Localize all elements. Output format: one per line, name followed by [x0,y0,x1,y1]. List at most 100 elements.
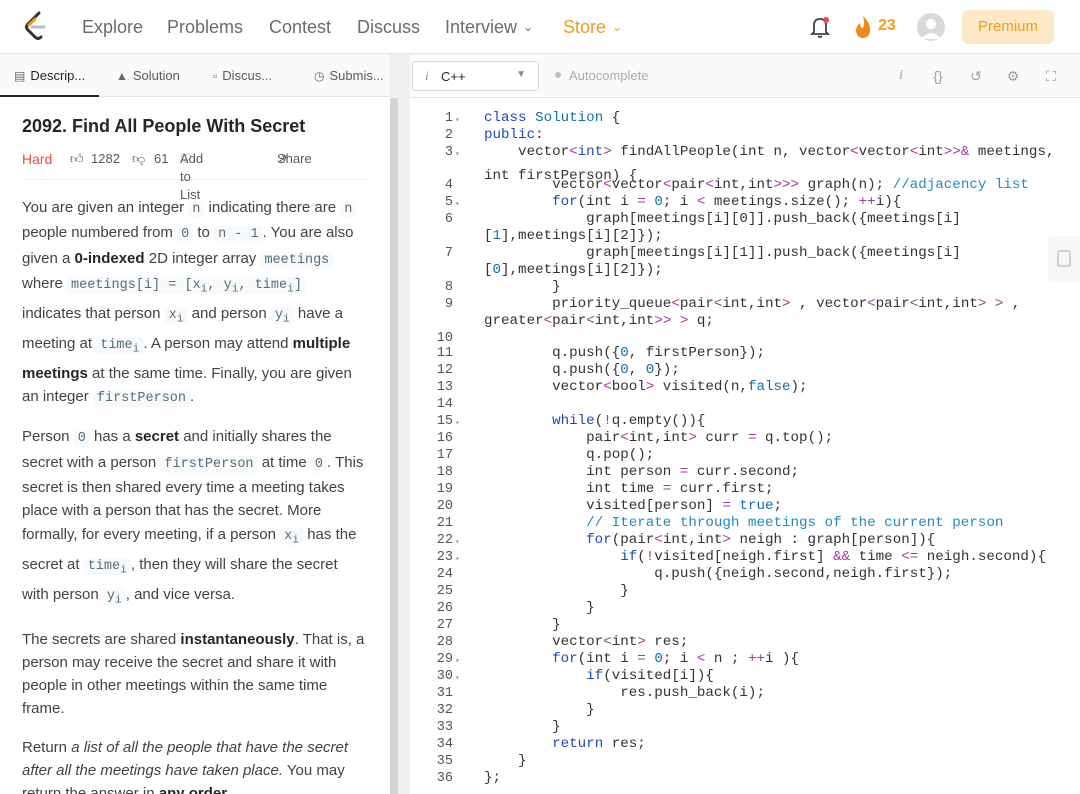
nav-store-label: Store [563,17,607,37]
code-token: 0 [654,651,663,667]
inline-code: firstPerson [92,390,191,408]
notification-bell-icon[interactable] [808,14,832,40]
autocomplete-toggle[interactable]: Autocomplete [555,68,649,83]
panel-resizer[interactable] [398,54,410,794]
code-token: vector [858,144,910,160]
code-token: pair [671,177,706,193]
code-token: 0 [492,262,502,278]
inline-code: n - 1 [214,226,263,244]
chevron-down-icon: ⌄ [612,20,623,34]
code-text: q.push({neigh.second,neigh.first}); [484,566,952,583]
text: x [168,307,177,323]
fullscreen-icon[interactable]: ⛶ [1041,66,1061,86]
code-token: return [552,736,604,752]
fold-caret-icon[interactable]: ▾ [455,551,460,568]
description-paragraph: Return a list of all the people that hav… [22,736,368,794]
code-token: && [833,549,851,565]
code-token: < [586,313,595,329]
code-token: } [484,702,595,718]
tab-submissions[interactable]: ◷ Submis... [314,54,384,97]
fold-caret-icon[interactable]: ▾ [455,653,460,670]
braces-icon[interactable]: {} [928,66,948,86]
code-token: = [722,498,731,514]
code-token: //adjacency list [892,177,1029,193]
code-token: i ){ [765,651,800,667]
fold-caret-icon[interactable]: ▾ [455,534,460,551]
fire-streak-icon[interactable] [852,14,874,40]
tab-discuss[interactable]: ▫ Discus... [213,54,272,97]
nav-problems[interactable]: Problems [167,16,243,38]
code-editor[interactable]: 1 ▾ class Solution {2 public: 3 ▾ vector<int>… [410,98,1080,794]
code-token: vector [611,177,663,193]
leetcode-logo-icon[interactable] [22,11,50,43]
line-number: 5 [444,195,453,210]
fold-caret-icon[interactable]: ▾ [455,415,460,432]
text: . [227,785,232,794]
panel-tabs: ▤ Descrip... ▲ Solution ▫ Discus... ◷ Submis… [0,54,390,97]
code-text: } [484,702,595,719]
tab-solution[interactable]: ▲ Solution [116,54,180,97]
info-icon[interactable]: i [891,66,911,86]
avatar[interactable] [917,13,945,41]
text: 2D integer array [144,249,261,267]
line-number: 16 [436,431,453,446]
settings-icon[interactable]: ⚙ [1003,66,1023,86]
code-token: res; [603,736,646,752]
text: and person [187,304,271,322]
text: Return [22,738,72,756]
nav-explore[interactable]: Explore [82,16,143,38]
code-token: vector [484,144,570,160]
reset-icon[interactable]: ↺ [966,66,986,86]
code-token: meetings, [969,144,1055,160]
code-token: class [484,110,527,126]
code-token: < [603,177,612,193]
code-token: graph[meetings[i][0]].push_back({meeting… [484,211,961,227]
code-text: int person = curr.second; [484,464,799,481]
code-text: [1],meetings[i][2]}); [484,228,663,245]
tab-label: Solution [132,68,180,83]
fold-caret-icon[interactable]: ▾ [455,112,460,129]
fold-caret-icon[interactable]: ▾ [455,146,460,163]
code-token: }); [654,362,680,378]
code-token: if [586,668,604,684]
nav-discuss[interactable]: Discuss [357,16,420,38]
thumbs-up-icon[interactable]: 👍︎ [70,150,84,168]
code-text: vector<vector<pair<int,int>>> graph(n); … [484,177,1029,194]
nav-store[interactable]: Store ⌄ [563,16,622,40]
tab-label: Discus... [222,68,273,83]
nav-contest[interactable]: Contest [269,16,331,38]
fold-caret-icon[interactable]: ▾ [455,670,460,687]
code-token: int,int [713,177,774,193]
code-token: < [909,296,919,312]
code-token: ( [637,549,646,565]
panel-scrollbar[interactable] [390,98,398,794]
thumbs-down-icon[interactable]: 👎︎ [132,150,145,168]
text: You are given an integer [22,199,189,216]
top-navbar: Explore Problems Contest Discuss Intervi… [0,0,1080,54]
premium-button[interactable]: Premium [962,10,1054,44]
code-token: } [484,600,595,616]
line-number: 19 [436,482,453,497]
side-panel-handle[interactable] [1048,236,1080,282]
code-text: q.push({0, firstPerson}); [484,345,765,362]
code-token: < [603,379,612,395]
nav-interview[interactable]: Interview ⌄ [445,16,533,40]
line-number: 6 [444,212,453,227]
code-token: ; i [662,194,697,210]
text: time [100,337,133,353]
line-number: 26 [436,601,453,616]
code-token: int [918,144,944,160]
description-paragraph: You are given an integer n indicating th… [22,196,368,410]
tab-description[interactable]: ▤ Descrip... [0,54,100,97]
language-select[interactable]: i C++ ▼ [412,61,539,91]
code-text: priority_queue<pair<int,int> , vector<pa… [484,296,1020,313]
code-text: graph[meetings[i][1]].push_back({meeting… [484,245,961,262]
code-token: for [586,532,612,548]
code-token: time [850,549,902,565]
fold-caret-icon[interactable]: ▾ [455,196,460,213]
line-number: 32 [436,703,453,718]
code-token: Solution [535,110,604,126]
problem-meta: Hard 👍︎ 1282 👎︎ 61 ♡ Add to List ↗ Share [22,150,368,202]
